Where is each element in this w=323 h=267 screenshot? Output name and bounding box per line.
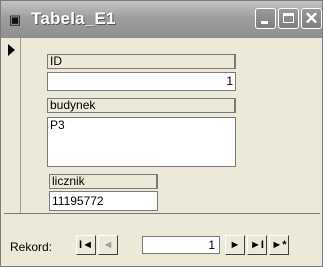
navigation-divider	[4, 213, 320, 214]
maximize-icon	[283, 13, 294, 23]
field-id[interactable]: 1	[47, 72, 236, 91]
close-icon: ✕	[304, 9, 319, 28]
field-budynek[interactable]: P3	[47, 117, 236, 167]
current-record-input[interactable]: 1	[142, 236, 220, 254]
field-licznik[interactable]: 11195772	[49, 191, 158, 211]
record-label: Rekord:	[10, 240, 53, 254]
field-label-budynek: budynek	[47, 98, 236, 113]
maximize-button[interactable]	[278, 8, 299, 29]
minimize-icon	[261, 21, 268, 24]
field-label-licznik: licznik	[49, 174, 158, 189]
next-record-button[interactable]: ►	[225, 235, 245, 255]
last-record-button[interactable]: ►I	[247, 235, 267, 255]
record-selector[interactable]	[4, 38, 21, 213]
field-label-id: ID	[47, 54, 236, 69]
title-bar[interactable]: ▣ Tabela_E1 ✕	[1, 1, 322, 38]
minimize-button[interactable]	[255, 8, 276, 29]
close-button[interactable]: ✕	[301, 8, 322, 29]
first-record-button[interactable]: I◄	[76, 235, 96, 255]
form-view-icon[interactable]: ▣	[7, 13, 23, 27]
current-record-arrow-icon	[8, 44, 15, 56]
previous-record-button[interactable]: ◄	[98, 235, 118, 255]
new-record-button[interactable]: ►*	[269, 235, 289, 255]
record-navigation-bar: Rekord: I◄ ◄ 1 ► ►I ►*	[4, 234, 320, 258]
form-window: ▣ Tabela_E1 ✕ ID 1 budynek P3 licznik 11…	[0, 0, 323, 267]
window-title: Tabela_E1	[31, 9, 116, 28]
